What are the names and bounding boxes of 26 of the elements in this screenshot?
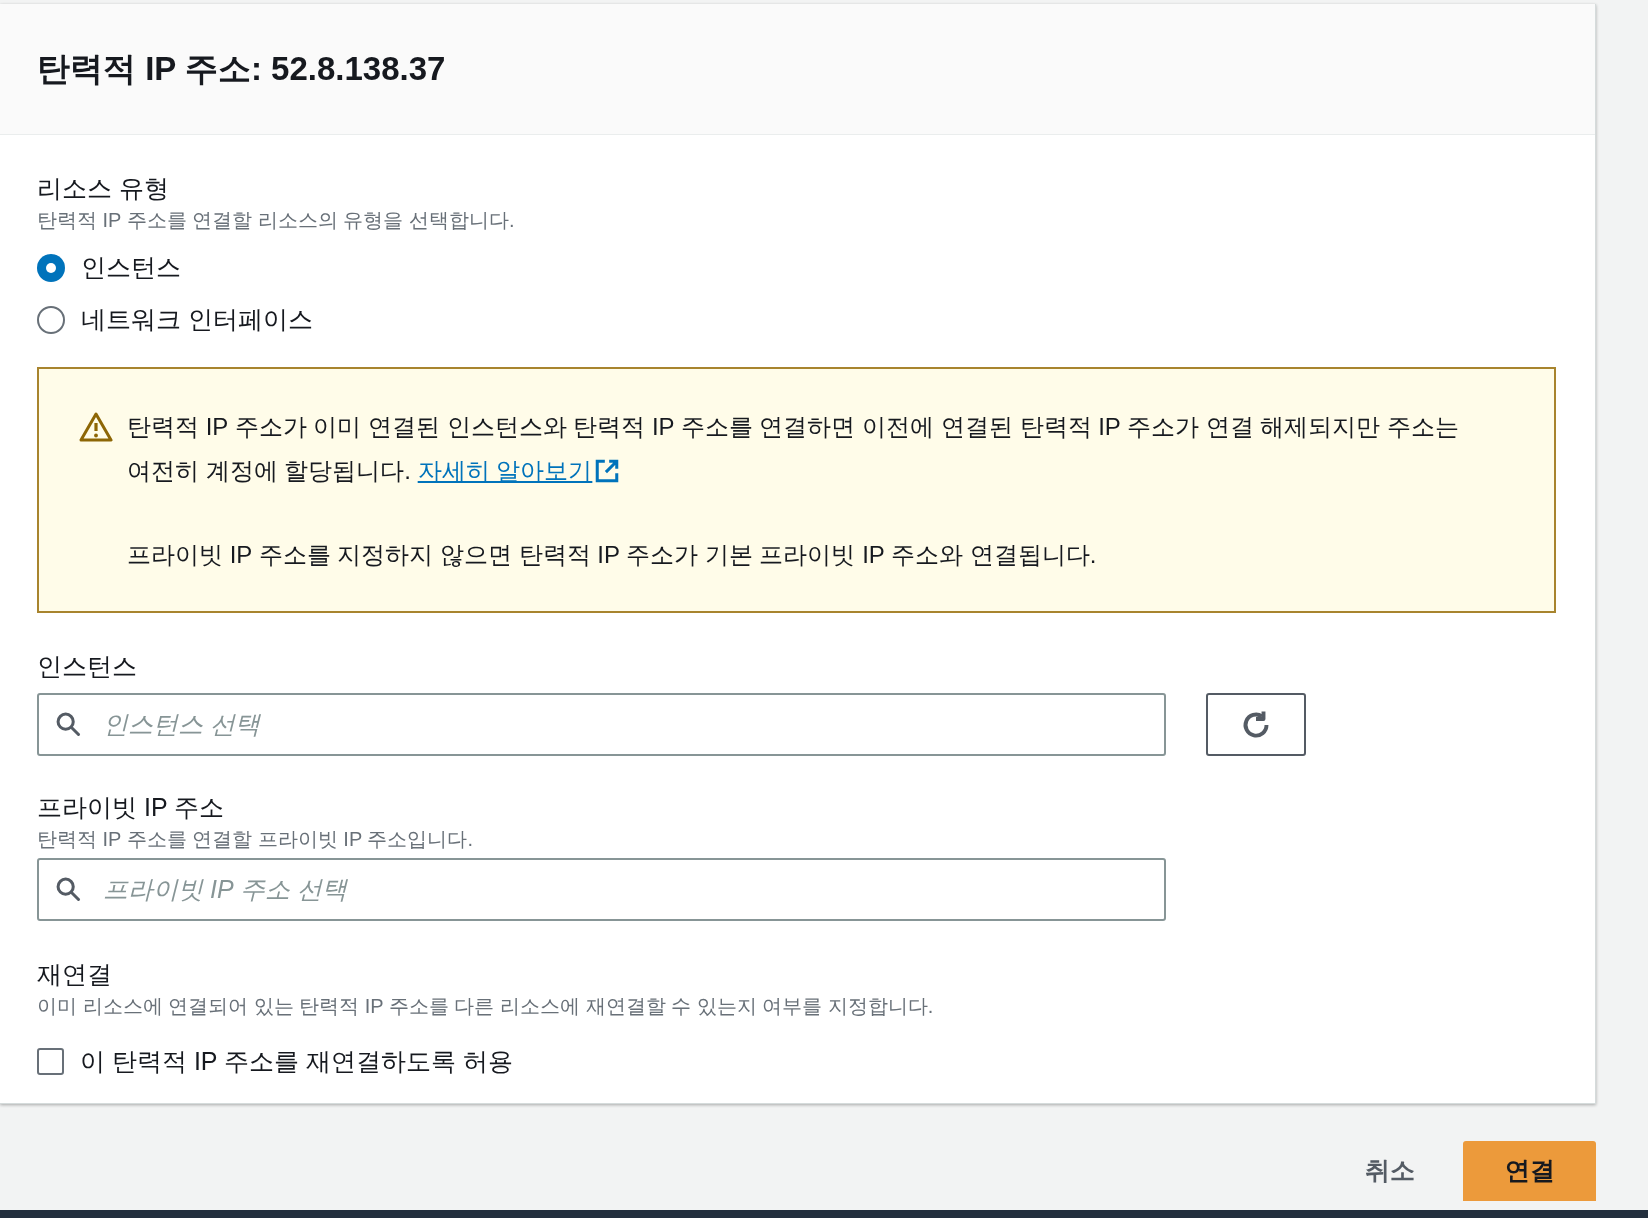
- checkbox-label: 이 탄력적 IP 주소를 재연결하도록 허용: [80, 1046, 513, 1077]
- search-icon: [54, 875, 82, 903]
- radio-button[interactable]: [37, 306, 65, 334]
- dialog-title: 탄력적 IP 주소: 52.8.138.37: [37, 49, 446, 90]
- alert-note: 프라이빗 IP 주소를 지정하지 않으면 탄력적 IP 주소가 기본 프라이빗 IP 주소와 연결됩니다.: [127, 540, 1098, 570]
- field-label: 프라이빗 IP 주소: [37, 792, 226, 823]
- radio-label: 네트워크 인터페이스: [81, 304, 313, 336]
- field-description: 이미 리소스에 연결되어 있는 탄력적 IP 주소를 다른 리소스에 재연결할 수 있는지 여부를 지정합니다.: [37, 994, 935, 1019]
- field-label: 재연결: [37, 959, 113, 990]
- connect-button[interactable]: 연결: [1463, 1140, 1596, 1201]
- search-icon: [54, 710, 82, 738]
- refresh-button[interactable]: [1206, 693, 1306, 756]
- radio-label: 인스턴스: [81, 252, 181, 284]
- instance-search-field[interactable]: 인스턴스 선택: [37, 693, 1166, 756]
- learn-more-link[interactable]: 자세히 알아보기: [417, 449, 621, 493]
- private-ip-search-field[interactable]: 프라이빗 IP 주소 선택: [37, 858, 1166, 921]
- field-label: 리소스 유형: [37, 173, 170, 204]
- field-description: 탄력적 IP 주소를 연결할 프라이빗 IP 주소입니다.: [37, 827, 474, 852]
- cancel-button[interactable]: 취소: [1361, 1139, 1419, 1202]
- alert-message: 탄력적 IP 주소가 이미 연결된 인스턴스와 탄력적 IP 주소를 연결하면 이전에 연결된 탄력적 IP 주소가 연결 해제되지만 주소는 여전히 계정에 할당됩니다. 자세히 알아보기: [127, 405, 1487, 493]
- radio-button[interactable]: [37, 254, 65, 282]
- field-description: 탄력적 IP 주소를 연결할 리소스의 유형을 선택합니다.: [37, 208, 516, 233]
- external-link-icon: [594, 458, 621, 484]
- field-label: 인스턴스: [37, 651, 138, 682]
- checkbox[interactable]: [37, 1048, 64, 1076]
- warning-icon: [79, 411, 113, 443]
